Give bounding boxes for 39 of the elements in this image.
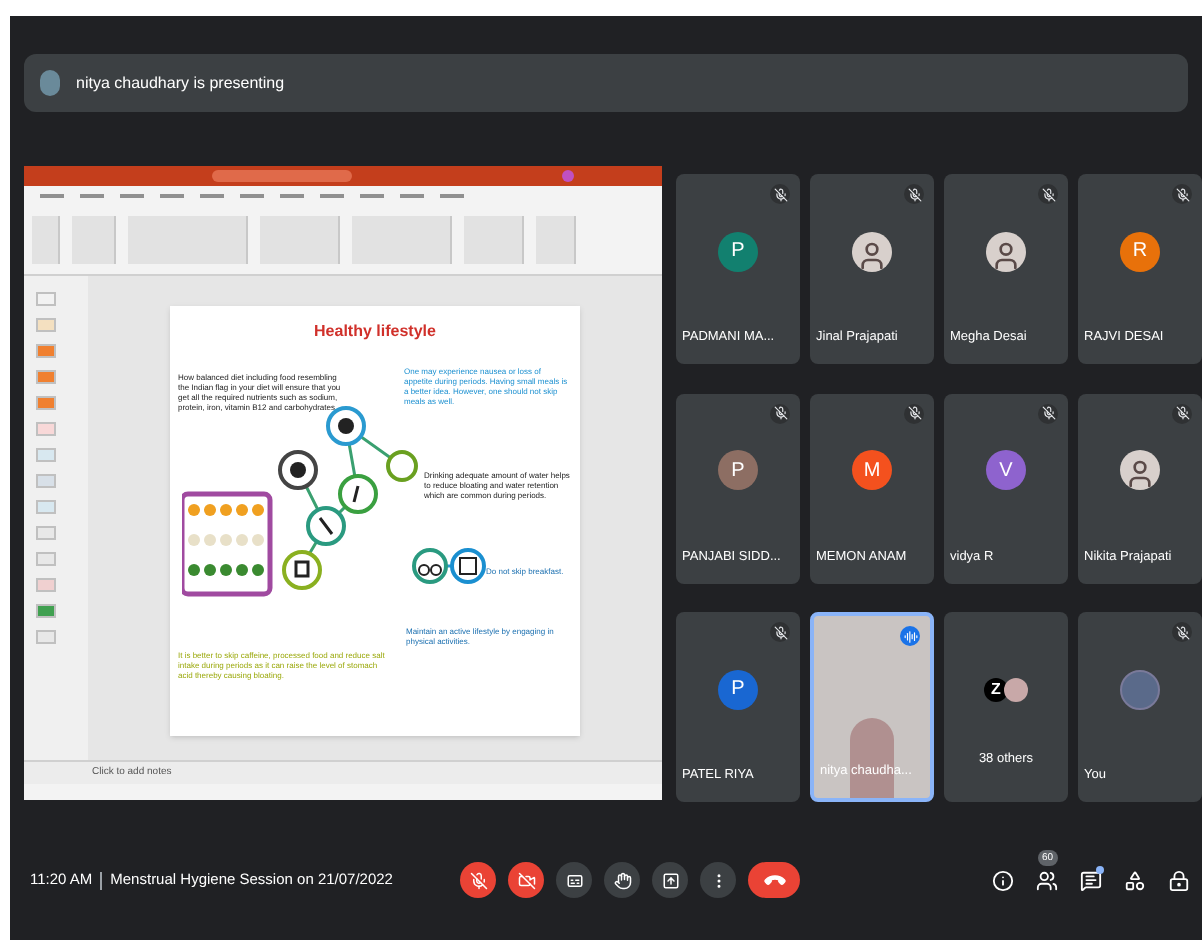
avatar-initial: P xyxy=(718,231,758,271)
avatar-initial: Z xyxy=(984,677,1008,702)
slide-title: Healthy lifestyle xyxy=(312,324,438,340)
avatar-initial: P xyxy=(718,669,758,710)
camera-button[interactable] xyxy=(508,862,544,898)
more-button[interactable] xyxy=(700,862,736,898)
mic-button[interactable] xyxy=(460,862,496,898)
hand-icon xyxy=(613,871,631,889)
info-icon xyxy=(991,869,1013,891)
present-button[interactable] xyxy=(652,862,688,898)
hand-button[interactable] xyxy=(604,862,640,898)
presenter-avatar xyxy=(40,70,60,96)
user-avatar xyxy=(562,170,574,182)
activity-icons-drawing xyxy=(410,542,486,590)
captions-icon xyxy=(565,871,583,889)
avatar-initial: P xyxy=(718,450,758,491)
lock-button[interactable] xyxy=(1166,868,1190,892)
present-icon xyxy=(661,871,679,889)
leave-call-button[interactable] xyxy=(748,862,800,898)
shapes-icon xyxy=(1123,869,1145,891)
avatar-image xyxy=(1120,669,1160,710)
avatar-initial: R xyxy=(1120,231,1160,271)
avatar-silhouette xyxy=(1120,450,1160,491)
info-button[interactable] xyxy=(990,868,1014,892)
avatar-silhouette xyxy=(986,231,1026,271)
mic-off-icon xyxy=(469,871,487,889)
avatar-image xyxy=(1004,677,1028,702)
captions-button[interactable] xyxy=(556,862,592,898)
camera-off-icon xyxy=(517,871,535,889)
chat-button[interactable] xyxy=(1078,868,1102,892)
shapes-button[interactable] xyxy=(1122,868,1146,892)
people-icon xyxy=(1035,869,1057,891)
chat-icon xyxy=(1079,869,1101,891)
avatar-initial: M xyxy=(852,450,892,491)
lock-icon xyxy=(1167,869,1189,891)
presenting-text: nitya chaudhary is presenting xyxy=(76,71,285,95)
avatar-silhouette xyxy=(852,231,892,271)
search-field[interactable] xyxy=(212,170,352,182)
avatar-initial: V xyxy=(986,450,1026,491)
